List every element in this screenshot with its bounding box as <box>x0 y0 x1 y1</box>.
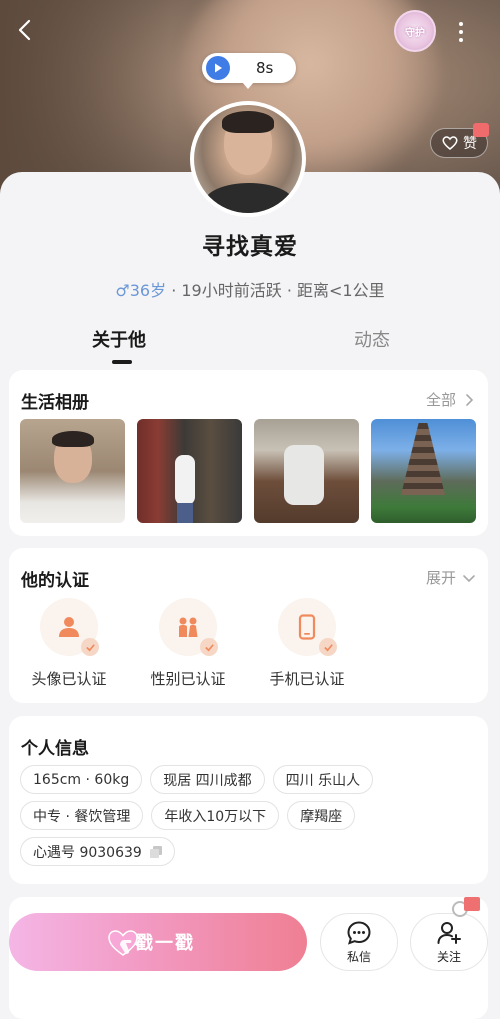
verify-label: 手机已认证 <box>269 670 345 688</box>
gift-corner-icon <box>473 123 489 137</box>
verify-item-gender[interactable]: 性别已认证 <box>128 598 248 689</box>
verification-expand-label: 展开 <box>425 569 456 587</box>
info-chip-zodiac: 摩羯座 <box>287 801 356 830</box>
profile-tabs: 关于他 动态 <box>0 322 500 366</box>
phone-icon <box>298 614 316 640</box>
verify-label: 头像已认证 <box>31 670 107 688</box>
add-user-icon <box>437 921 461 944</box>
info-chip-user-id[interactable]: 心遇号 9030639 <box>20 837 175 866</box>
person-icon <box>59 617 79 637</box>
follow-label: 关注 <box>436 949 461 964</box>
info-chips: 165cm · 60kg 现居 四川成都 四川 乐山人 中专 · 餐饮管理 年收… <box>20 765 480 873</box>
verification-title: 他的认证 <box>21 571 89 591</box>
gender-people-icon <box>179 617 198 637</box>
album-card: 生活相册 全部 <box>9 370 488 536</box>
follow-button[interactable]: 关注 <box>410 913 488 971</box>
guard-badge[interactable]: 守护 <box>394 10 436 52</box>
tab-moments[interactable]: 动态 <box>354 326 390 352</box>
message-button[interactable]: 私信 <box>320 913 398 971</box>
male-icon: ♂ <box>115 281 130 300</box>
poke-label: 戳一戳 <box>135 933 195 954</box>
check-icon <box>81 638 99 656</box>
back-button[interactable] <box>14 18 42 46</box>
active-tab-indicator <box>112 360 132 364</box>
message-label: 私信 <box>346 949 371 964</box>
chevron-left-icon <box>18 19 31 41</box>
chevron-right-icon <box>466 393 474 406</box>
verification-expand-button[interactable]: 展开 <box>426 567 476 588</box>
active-time: · 19小时前活跃 · <box>166 281 297 300</box>
heart-outline-icon <box>442 136 458 150</box>
info-chip-income: 年收入10万以下 <box>151 801 280 830</box>
album-view-all-label: 全部 <box>425 391 456 409</box>
info-chip-education: 中专 · 餐饮管理 <box>20 801 144 830</box>
verify-label: 性别已认证 <box>150 670 226 688</box>
info-chip-hometown: 四川 乐山人 <box>272 765 374 794</box>
copy-icon[interactable] <box>149 845 162 858</box>
personal-info-card: 个人信息 165cm · 60kg 现居 四川成都 四川 乐山人 中专 · 餐饮… <box>9 716 488 884</box>
voice-duration: 8s <box>256 59 274 77</box>
voice-intro-player[interactable]: 8s <box>202 53 296 89</box>
album-title: 生活相册 <box>21 393 89 413</box>
chat-bubble-icon <box>347 920 371 945</box>
album-view-all-button[interactable]: 全部 <box>426 389 476 410</box>
heart-hand-icon <box>108 930 138 956</box>
chevron-down-icon <box>463 574 475 582</box>
guard-badge-label: 守护 <box>405 27 425 39</box>
verify-item-phone[interactable]: 手机已认证 <box>247 598 367 689</box>
age-text: 36岁 <box>129 281 167 300</box>
check-icon <box>200 638 218 656</box>
album-photo[interactable] <box>371 419 476 523</box>
nickname: 寻找真爱 <box>202 234 298 260</box>
profile-meta: ♂36岁 · 19小时前活跃 · 距离<1公里 <box>0 277 500 301</box>
info-chip-body: 165cm · 60kg <box>20 765 143 794</box>
more-options-button[interactable] <box>450 18 472 46</box>
personal-info-title: 个人信息 <box>21 739 89 759</box>
check-icon <box>319 638 337 656</box>
gift-tag-icon[interactable] <box>452 897 482 919</box>
poke-button[interactable]: 戳一戳 <box>9 913 307 971</box>
album-photo[interactable] <box>20 419 125 523</box>
info-chip-residence: 现居 四川成都 <box>150 765 265 794</box>
tab-about[interactable]: 关于他 <box>92 326 146 352</box>
distance-text: 距离<1公里 <box>297 281 385 300</box>
album-photo[interactable] <box>254 419 359 523</box>
user-id-text: 心遇号 9030639 <box>33 844 142 861</box>
avatar[interactable] <box>190 101 306 217</box>
bottom-action-bar: 戳一戳 私信 关注 <box>0 897 500 1019</box>
verification-card: 他的认证 展开 头像已认证 性别已认证 手机已认证 <box>9 548 488 703</box>
verify-item-avatar[interactable]: 头像已认证 <box>9 598 129 689</box>
like-button[interactable]: 赞 <box>430 123 489 158</box>
album-photos <box>20 419 476 523</box>
play-icon[interactable] <box>206 56 230 80</box>
album-photo[interactable] <box>137 419 242 523</box>
